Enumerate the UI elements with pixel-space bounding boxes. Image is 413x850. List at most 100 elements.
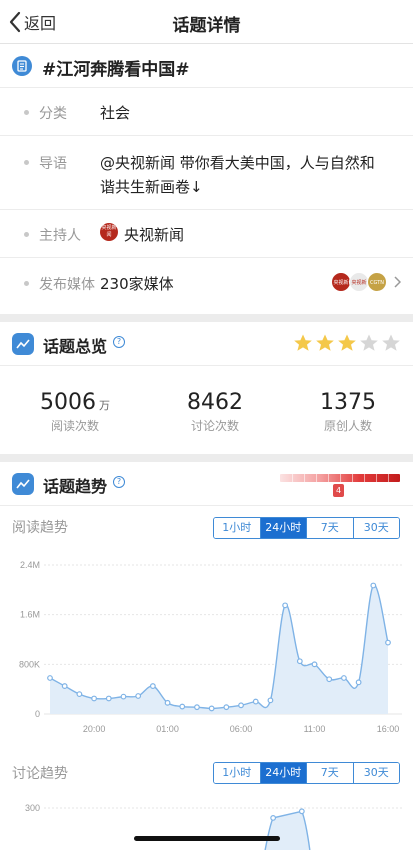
heat-scale	[280, 474, 400, 482]
y-tick-label: 300	[25, 803, 40, 813]
tab-30d[interactable]: 30天	[352, 763, 399, 783]
category-row: 分类 社会	[0, 88, 413, 136]
intro-label: 导语	[39, 156, 67, 172]
read-range-tabs: 1小时 24小时 7天 30天	[213, 517, 400, 539]
data-point	[385, 639, 391, 646]
data-point	[105, 695, 112, 702]
category-value: 社会	[100, 104, 131, 122]
media-count: 230家媒体	[100, 275, 174, 293]
bullet-dot	[24, 281, 29, 286]
x-tick-label: 06:00	[230, 724, 253, 734]
category-label: 分类	[39, 106, 67, 122]
help-icon[interactable]: ?	[113, 336, 125, 348]
trend-chart-icon	[12, 333, 34, 355]
stat-original-authors: 1375 原创人数	[279, 390, 413, 434]
x-tick-label: 16:00	[377, 724, 400, 734]
x-tick-label: 01:00	[156, 724, 179, 734]
media-row[interactable]: 发布媒体 230家媒体 央视新闻 央视新闻 CGTN	[0, 258, 413, 308]
y-tick-label: 0	[35, 709, 40, 719]
tab-30d[interactable]: 30天	[352, 518, 399, 538]
tab-7d[interactable]: 7天	[306, 518, 353, 538]
stat-read-count: 5006 万 阅读次数	[6, 390, 144, 434]
x-tick-label: 20:00	[83, 724, 106, 734]
tab-1h[interactable]: 1小时	[214, 518, 260, 538]
data-point	[61, 683, 68, 689]
data-point	[355, 679, 362, 686]
star-filled-icon	[338, 334, 356, 351]
data-point	[135, 693, 142, 699]
media-logo: 央视新闻	[349, 272, 369, 292]
data-point	[370, 582, 377, 589]
data-point	[91, 695, 97, 702]
data-point	[179, 703, 186, 710]
data-point	[267, 697, 274, 704]
tab-1h[interactable]: 1小时	[214, 763, 260, 783]
discuss-trend-label: 讨论趋势	[12, 766, 68, 782]
data-point	[47, 675, 53, 681]
data-point	[208, 705, 215, 712]
topic-title-row: #江河奔腾看中国#	[0, 44, 413, 88]
heat-level-marker: 4	[333, 484, 344, 497]
data-point	[296, 658, 303, 665]
home-indicator	[134, 836, 280, 841]
data-point	[270, 815, 277, 821]
topic-title: #江河奔腾看中国#	[42, 60, 190, 80]
overview-header: 话题总览 ?	[0, 322, 413, 366]
data-point	[120, 693, 127, 700]
trend-chart-icon	[12, 473, 34, 495]
stat-value: 8462	[187, 390, 243, 415]
overview-card: 话题总览 ? 5006 万 阅读次数 8462 讨论次数 1375 原创人数	[0, 322, 413, 454]
y-tick-label: 2.4M	[20, 560, 40, 570]
document-icon	[12, 56, 32, 76]
bullet-dot	[24, 232, 29, 237]
y-tick-label: 1.6M	[20, 610, 40, 620]
data-point	[282, 602, 289, 609]
page-title: 话题详情	[172, 16, 241, 36]
host-label: 主持人	[39, 228, 81, 244]
stat-value: 5006	[40, 390, 96, 415]
series-area	[50, 584, 388, 714]
star-empty-icon	[382, 334, 400, 351]
star-filled-icon	[316, 334, 334, 351]
data-point	[311, 661, 318, 668]
trend-title: 话题趋势	[43, 477, 108, 496]
stat-label: 阅读次数	[50, 419, 99, 433]
data-point	[326, 676, 333, 683]
bullet-dot	[24, 110, 29, 115]
data-point	[341, 675, 347, 681]
stat-unit: 万	[99, 399, 110, 412]
data-point	[194, 704, 200, 711]
data-point	[164, 699, 171, 706]
tab-7d[interactable]: 7天	[306, 763, 353, 783]
intro-row: 导语 @央视新闻 带你看大美中国，人与自然和 谐共生新画卷↓	[0, 136, 413, 210]
bullet-dot	[24, 160, 29, 165]
chevron-right-icon[interactable]	[393, 276, 401, 288]
intro-line-1[interactable]: @央视新闻 带你看大美中国，人与自然和	[100, 152, 375, 173]
stat-discuss-count: 8462 讨论次数	[146, 390, 284, 434]
media-logos: 央视新闻 央视新闻 CGTN	[331, 271, 401, 293]
read-trend-chart: 2.4M 1.6M 800K 0 20:00 01:00 06:00 11:00 16:00	[19, 560, 402, 734]
y-tick-label: 800K	[19, 659, 40, 669]
data-point	[149, 683, 156, 689]
tab-24h[interactable]: 24小时	[259, 518, 306, 538]
media-logo: 央视新闻	[331, 272, 351, 292]
read-trend-label: 阅读趋势	[12, 520, 68, 536]
data-point	[238, 702, 244, 709]
star-filled-icon	[294, 334, 312, 351]
nav-bar: 返回 话题详情	[0, 0, 413, 44]
discuss-range-tabs: 1小时 24小时 7天 30天	[213, 762, 400, 784]
help-icon[interactable]: ?	[113, 476, 125, 488]
trend-card: 话题趋势 ? 4 阅读趋势 1小时 24小时 7天 30天 2.4M 1.6M 80…	[0, 462, 413, 850]
host-name[interactable]: 央视新闻	[124, 224, 184, 245]
overview-title: 话题总览	[43, 337, 108, 356]
discuss-trend-chart: 300	[25, 803, 402, 850]
data-point	[298, 808, 305, 815]
media-label: 发布媒体	[39, 277, 95, 293]
stat-label: 讨论次数	[190, 419, 239, 433]
data-point	[252, 698, 259, 705]
tab-24h[interactable]: 24小时	[259, 763, 306, 783]
topic-card: #江河奔腾看中国# 分类 社会 导语 @央视新闻 带你看大美中国，人与自然和 谐…	[0, 44, 413, 314]
host-row[interactable]: 主持人 央视新闻 央视新闻	[0, 210, 413, 258]
intro-line-2: 谐共生新画卷↓	[100, 178, 203, 196]
star-empty-icon	[360, 334, 378, 351]
